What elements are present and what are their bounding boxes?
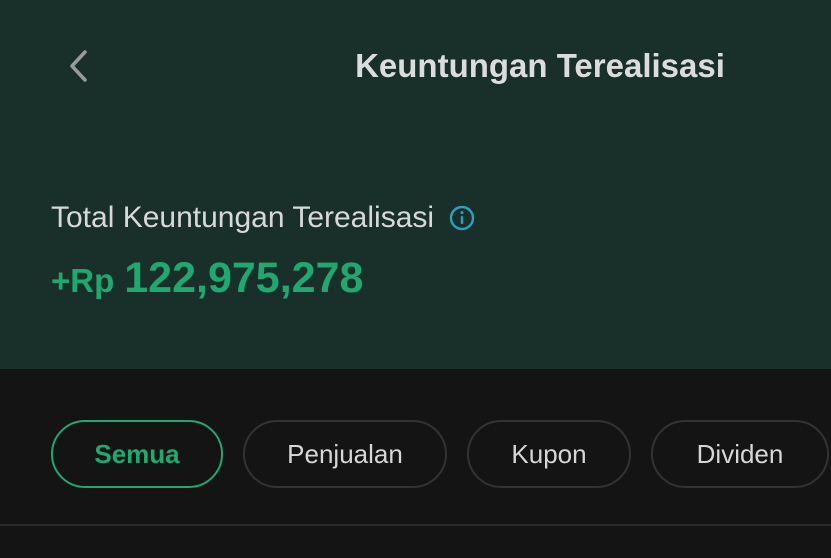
filter-chip-dividen[interactable]: Dividen xyxy=(651,420,829,488)
filter-chip-penjualan[interactable]: Penjualan xyxy=(243,420,447,488)
filter-chip-kupon[interactable]: Kupon xyxy=(467,420,631,488)
amount-value: 122,975,278 xyxy=(124,254,364,302)
page-title: Keuntungan Terealisasi xyxy=(355,47,725,84)
summary-label-row: Total Keuntungan Terealisasi xyxy=(51,198,476,238)
info-icon xyxy=(449,205,475,231)
divider xyxy=(0,524,831,526)
amount-prefix: +Rp xyxy=(51,262,115,299)
info-button[interactable] xyxy=(448,204,476,232)
filter-bar: Semua Penjualan Kupon Dividen xyxy=(0,369,831,525)
summary-label: Total Keuntungan Terealisasi xyxy=(51,201,435,234)
filter-chip-semua[interactable]: Semua xyxy=(51,420,223,488)
header-section: Keuntungan Terealisasi Total Keuntungan … xyxy=(0,0,831,369)
back-button[interactable] xyxy=(56,44,100,88)
chevron-left-icon xyxy=(70,50,87,82)
total-amount: +Rp 122,975,278 xyxy=(51,254,363,303)
